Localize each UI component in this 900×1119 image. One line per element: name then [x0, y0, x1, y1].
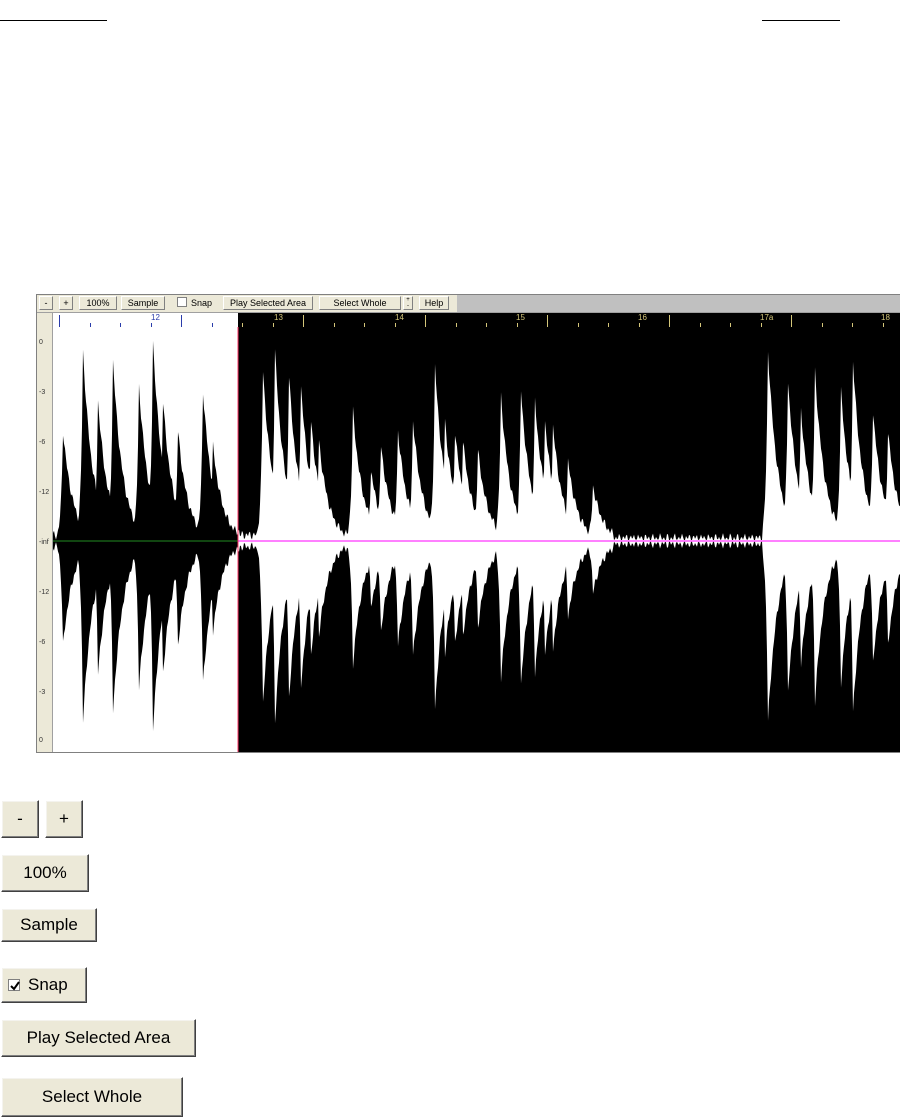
- time-marker: 16: [638, 313, 647, 322]
- level-label: -3: [39, 389, 46, 396]
- legend-snap-checkbox[interactable]: Snap: [1, 967, 87, 1003]
- ruler-tick: [791, 315, 792, 327]
- time-ruler-unselected: [238, 313, 900, 327]
- top-page-fragment: [0, 0, 900, 24]
- time-marker: 17a: [760, 313, 774, 322]
- level-label: -12: [39, 589, 50, 596]
- legend-play-selected-area-button[interactable]: Play Selected Area: [1, 1019, 196, 1057]
- waveform-display[interactable]: [53, 327, 900, 752]
- sample-button[interactable]: Sample: [121, 296, 165, 310]
- ruler-tick: [669, 315, 670, 327]
- legend-zoom-in-button[interactable]: +: [45, 800, 83, 838]
- time-marker: 14: [395, 313, 404, 322]
- time-marker: 18: [881, 313, 890, 322]
- ruler-tick: [181, 315, 182, 327]
- legend-snap-label: Snap: [28, 975, 68, 994]
- legend-zoom-100-button[interactable]: 100%: [1, 854, 89, 892]
- zoom-100-button[interactable]: 100%: [79, 296, 117, 310]
- ruler-tick: [59, 315, 60, 327]
- play-selected-area-button[interactable]: Play Selected Area: [223, 296, 313, 310]
- snap-checkbox[interactable]: Snap: [177, 296, 212, 310]
- level-label: 0: [39, 339, 43, 346]
- level-ruler: 0 -3 -6 -12 -inf -12 -6 -3 0: [37, 313, 53, 752]
- select-whole-button[interactable]: Select Whole: [319, 296, 401, 310]
- time-ruler[interactable]: 12 13 14 15 16 17a 18: [53, 313, 900, 327]
- help-button[interactable]: Help: [419, 296, 449, 310]
- snap-check-box[interactable]: [177, 297, 187, 307]
- underline-right: [762, 20, 840, 21]
- level-label: -6: [39, 639, 46, 646]
- level-label: 0: [39, 737, 43, 744]
- level-label: -12: [39, 489, 50, 496]
- legend-select-whole-button[interactable]: Select Whole: [1, 1077, 183, 1117]
- zoom-out-button[interactable]: -: [39, 296, 53, 310]
- level-label: -3: [39, 689, 46, 696]
- level-label: -6: [39, 439, 46, 446]
- toolbar-empty-area: [457, 295, 900, 312]
- time-marker: 12: [151, 313, 160, 322]
- time-marker: 13: [274, 313, 283, 322]
- audio-editor-window: - + 100% Sample Snap Play Selected Area …: [36, 294, 900, 753]
- legend-zoom-out-button[interactable]: -: [1, 800, 39, 838]
- ruler-tick: [303, 315, 304, 327]
- snap-label: Snap: [191, 298, 213, 308]
- ruler-tick: [547, 315, 548, 327]
- waveform-canvas[interactable]: [53, 327, 900, 752]
- level-label: -inf: [39, 539, 49, 546]
- legend-sample-button[interactable]: Sample: [1, 908, 97, 942]
- snap-checkmark-icon[interactable]: [8, 979, 20, 991]
- underline-left: [0, 20, 107, 21]
- time-marker: 15: [516, 313, 525, 322]
- spin-down-arrow-icon[interactable]: -: [404, 303, 412, 309]
- zoom-in-button[interactable]: +: [59, 296, 73, 310]
- ruler-tick: [425, 315, 426, 327]
- editor-toolbar: - + 100% Sample Snap Play Selected Area …: [37, 295, 900, 313]
- zoom-spinner[interactable]: + -: [403, 296, 413, 310]
